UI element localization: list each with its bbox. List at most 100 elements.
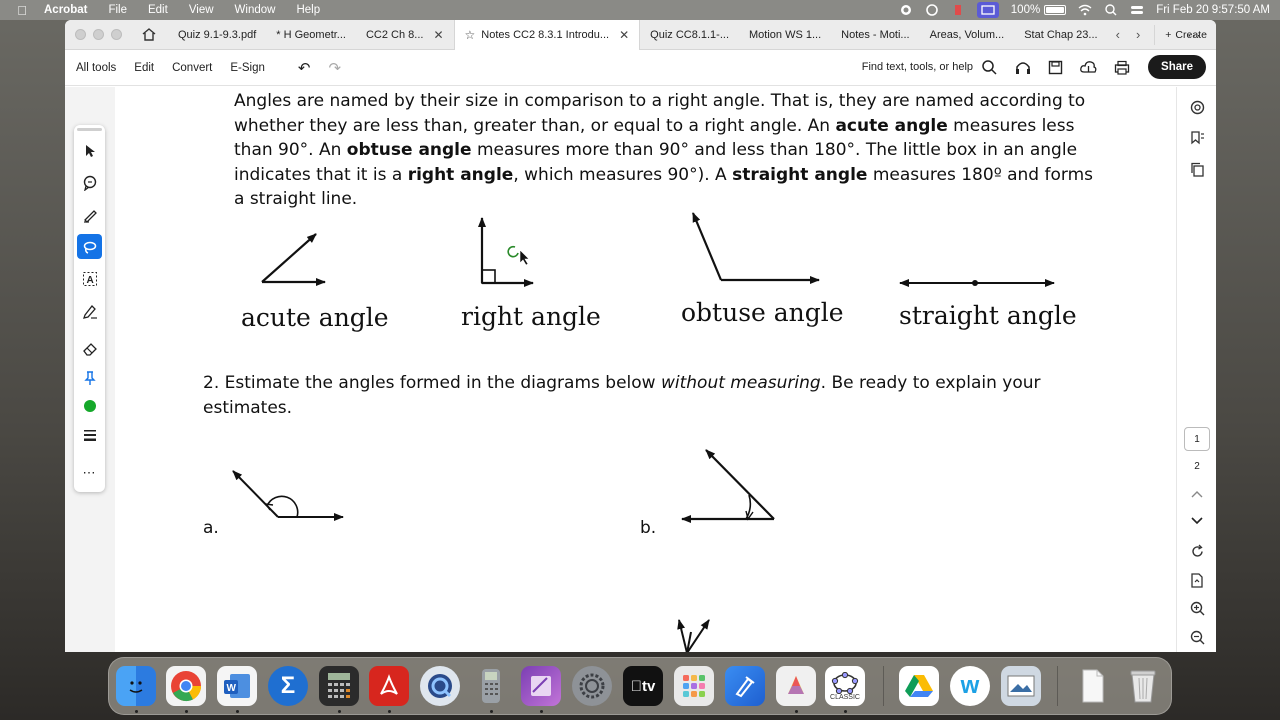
- zoom-window-button[interactable]: [111, 29, 122, 40]
- text-box-icon[interactable]: A: [77, 266, 102, 291]
- onenote-icon[interactable]: [521, 666, 561, 706]
- finder-icon[interactable]: [116, 666, 156, 706]
- quicktime-icon[interactable]: [420, 666, 460, 706]
- menu-help[interactable]: Help: [296, 4, 320, 16]
- tab-cc2-ch8[interactable]: CC2 Ch 8... ✕: [356, 20, 454, 50]
- pin-icon[interactable]: [77, 365, 102, 390]
- apple-menu-icon[interactable]: : [0, 3, 44, 18]
- more-tools-icon[interactable]: ⋯: [77, 460, 102, 485]
- graphing-calculator-icon[interactable]: [471, 666, 511, 706]
- menu-file[interactable]: File: [108, 4, 127, 16]
- acrobat-window: Quiz 9.1-9.3.pdf * H Geometr... CC2 Ch 8…: [65, 20, 1216, 652]
- tab-stat-chap[interactable]: Stat Chap 23...: [1014, 20, 1107, 50]
- document-icon[interactable]: [1073, 666, 1113, 706]
- color-picker-icon[interactable]: [77, 393, 102, 418]
- edit-button[interactable]: Edit: [134, 62, 154, 74]
- close-tab-icon[interactable]: ✕: [619, 28, 629, 42]
- tab-h-geometry[interactable]: * H Geometr...: [266, 20, 356, 50]
- eraser-icon[interactable]: [77, 336, 102, 361]
- page-fit-icon[interactable]: [1187, 571, 1207, 589]
- chrome-icon[interactable]: [166, 666, 206, 706]
- search-icon[interactable]: [981, 59, 998, 76]
- find-tools-input[interactable]: Find text, tools, or help: [862, 61, 973, 73]
- geogebra-icon[interactable]: CLASSIC: [825, 666, 865, 706]
- chevron-right-icon[interactable]: ›: [1136, 27, 1140, 42]
- apple-tv-icon[interactable]: tv: [623, 666, 663, 706]
- search-icon[interactable]: [1104, 4, 1118, 16]
- draw-freeform-icon[interactable]: [77, 234, 102, 259]
- control-center-icon[interactable]: [1130, 4, 1144, 16]
- diagram-c-partial: [677, 619, 710, 652]
- tab-motion-ws[interactable]: Motion WS 1...: [739, 20, 831, 50]
- system-settings-icon[interactable]: [572, 666, 612, 706]
- esign-button[interactable]: E-Sign: [230, 62, 265, 74]
- screen-mirror-icon[interactable]: [976, 2, 999, 18]
- chevron-down-icon[interactable]: [1187, 512, 1207, 530]
- menu-edit[interactable]: Edit: [148, 4, 168, 16]
- select-cursor-icon[interactable]: [77, 138, 102, 163]
- all-tools-button[interactable]: All tools: [76, 62, 116, 74]
- stroke-width-icon[interactable]: [77, 422, 102, 447]
- read-aloud-icon[interactable]: [1014, 59, 1031, 76]
- pen-tool-icon[interactable]: [725, 666, 765, 706]
- upload-cloud-icon[interactable]: [1080, 59, 1097, 76]
- diagram-b-angle: [681, 449, 775, 523]
- close-tab-icon[interactable]: ✕: [433, 28, 443, 42]
- chevron-left-icon[interactable]: ‹: [1116, 27, 1120, 42]
- tab-notes-motion[interactable]: Notes - Moti...: [831, 20, 919, 50]
- tab-label: * H Geometr...: [276, 28, 346, 41]
- add-comment-icon[interactable]: [77, 170, 102, 195]
- mac-dock: W Σ tv CLASSIC w: [108, 657, 1172, 715]
- tab-areas-volume[interactable]: Areas, Volum...: [920, 20, 1015, 50]
- launchpad-icon[interactable]: [674, 666, 714, 706]
- trash-icon[interactable]: [1123, 666, 1163, 706]
- undo-icon[interactable]: ↶: [298, 59, 311, 77]
- refresh-icon[interactable]: [1187, 542, 1207, 560]
- highlight-pen-icon[interactable]: [77, 202, 102, 227]
- more-options-icon[interactable]: ⋯: [1187, 27, 1202, 44]
- color-icon[interactable]: [776, 666, 816, 706]
- acrobat-icon[interactable]: [369, 666, 409, 706]
- sigma-icon[interactable]: Σ: [268, 666, 308, 706]
- wifi-icon[interactable]: [1078, 4, 1092, 16]
- fill-sign-icon[interactable]: [77, 298, 102, 323]
- print-icon[interactable]: [1113, 59, 1130, 76]
- battery-percent: 100%: [1010, 4, 1041, 16]
- zoom-in-icon[interactable]: [1187, 599, 1207, 617]
- calculator-icon[interactable]: [319, 666, 359, 706]
- ai-assistant-icon[interactable]: [1187, 98, 1207, 116]
- close-window-button[interactable]: [75, 29, 86, 40]
- status-icon[interactable]: [951, 4, 965, 16]
- pdf-document-view[interactable]: Angles are named by their size in compar…: [65, 87, 1176, 652]
- save-icon[interactable]: [1047, 59, 1064, 76]
- page-thumb-2[interactable]: 2: [1184, 454, 1210, 478]
- w-icon[interactable]: w: [950, 666, 990, 706]
- minimize-window-button[interactable]: [93, 29, 104, 40]
- tab-notes-cc2-active[interactable]: ☆ Notes CC2 8.3.1 Introdu... ✕: [453, 20, 641, 50]
- star-icon[interactable]: ☆: [465, 28, 476, 42]
- record-icon[interactable]: [899, 4, 913, 16]
- menu-view[interactable]: View: [189, 4, 214, 16]
- convert-button[interactable]: Convert: [172, 62, 212, 74]
- chevron-up-icon[interactable]: [1187, 485, 1207, 503]
- zoom-out-icon[interactable]: [1187, 628, 1207, 646]
- share-button[interactable]: Share: [1148, 55, 1206, 79]
- word-icon[interactable]: W: [217, 666, 257, 706]
- bookmark-list-icon[interactable]: [1187, 128, 1207, 146]
- menu-app-name[interactable]: Acrobat: [44, 4, 87, 16]
- page-thumb-1[interactable]: 1: [1184, 427, 1210, 451]
- tab-quiz-cc8[interactable]: Quiz CC8.1.1-...: [640, 20, 739, 50]
- drag-handle[interactable]: [77, 128, 102, 131]
- tab-quiz-9[interactable]: Quiz 9.1-9.3.pdf: [168, 20, 266, 50]
- redo-icon[interactable]: ↷: [329, 59, 342, 77]
- preview-icon[interactable]: [1001, 666, 1041, 706]
- diagram-a-angle: [232, 470, 344, 521]
- clock[interactable]: Fri Feb 20 9:57:50 AM: [1156, 4, 1270, 16]
- menu-window[interactable]: Window: [235, 4, 276, 16]
- creative-cloud-icon[interactable]: [925, 4, 939, 16]
- copy-pages-icon[interactable]: [1187, 160, 1207, 178]
- google-drive-icon[interactable]: [899, 666, 939, 706]
- battery-status[interactable]: 100%: [1010, 4, 1067, 16]
- home-icon[interactable]: [136, 24, 162, 46]
- angle-figures: [232, 212, 1055, 652]
